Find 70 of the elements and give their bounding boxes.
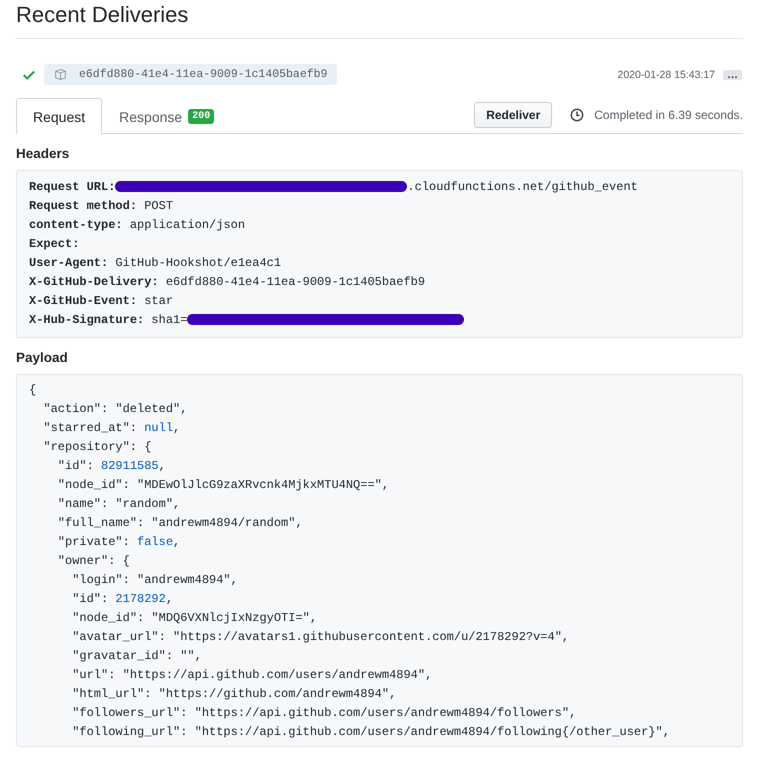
json-key: "owner":: [58, 554, 123, 568]
header-name: Expect:: [29, 237, 80, 251]
header-value: .cloudfunctions.net/github_event: [407, 180, 638, 194]
header-name: Request URL:: [29, 180, 116, 194]
json-string: "MDQ6VXNlcjIxNzgyOTI=",: [151, 611, 318, 625]
json-literal: null: [144, 421, 174, 435]
json-key: "following_url":: [72, 725, 195, 739]
json-key: "url":: [72, 668, 123, 682]
json-brace: {: [144, 440, 152, 454]
header-value: application/json: [128, 218, 246, 232]
box-icon: [54, 68, 67, 81]
json-string: "random",: [115, 497, 180, 511]
json-string: "MDEwOlJlcG9zaXRvcnk4MjkxMTU4NQ==",: [137, 478, 390, 492]
more-button[interactable]: …: [723, 70, 742, 80]
tab[interactable]: Response 200: [102, 98, 232, 134]
header-value: star: [143, 294, 174, 308]
json-comma: ,: [173, 535, 180, 549]
section-heading: Headers: [16, 146, 70, 161]
json-string: "andrewm4894/random",: [151, 516, 303, 530]
json-key: "action":: [43, 402, 116, 416]
json-key: "name":: [58, 497, 116, 511]
json-string: "https://github.com/andrewm4894",: [158, 687, 396, 701]
json-string: "https://avatars1.githubusercontent.com/u/2178292?v=4",: [173, 630, 570, 644]
json-comma: ,: [173, 421, 180, 435]
tab[interactable]: Request: [16, 98, 102, 134]
json-key: "private":: [58, 535, 138, 549]
header-value: POST: [143, 199, 174, 213]
json-key: "starred_at":: [43, 421, 144, 435]
json-key: "node_id":: [58, 478, 138, 492]
redeliver-button[interactable]: Redeliver: [474, 102, 552, 128]
header-value: GitHub-Hookshot/e1ea4c1: [114, 256, 282, 270]
header-name: X-GitHub-Event:: [29, 294, 138, 308]
json-string: "https://api.github.com/users/andrewm4894/followers",: [194, 706, 576, 720]
status-code-badge: 200: [188, 109, 214, 124]
json-key: "id":: [58, 459, 102, 473]
json-string: "",: [180, 649, 202, 663]
json-string: "https://api.github.com/users/andrewm4894",: [122, 668, 432, 682]
json-brace: {: [122, 554, 130, 568]
json-brace: {: [29, 383, 36, 397]
json-key: "login":: [72, 573, 138, 587]
json-key: "id":: [72, 592, 116, 606]
json-key: "avatar_url":: [72, 630, 174, 644]
header-name: content-type:: [29, 218, 123, 232]
header-name: X-GitHub-Delivery:: [29, 275, 159, 289]
completion-time: Completed in 6.39 seconds.: [594, 108, 743, 122]
json-literal: 82911585: [101, 459, 159, 473]
guid-text: e6dfd880-41e4-11ea-9009-1c1405baefb9: [79, 68, 328, 81]
json-string: "deleted",: [115, 402, 188, 416]
clock-icon: [570, 108, 584, 122]
header-name: Request method:: [29, 199, 138, 213]
json-literal: false: [137, 535, 174, 549]
json-key: "full_name":: [58, 516, 152, 530]
delivery-timestamp: 2020-01-28 15:43:17: [618, 68, 715, 80]
header-name: User-Agent:: [29, 256, 108, 270]
json-string: "andrewm4894",: [137, 573, 238, 587]
json-comma: ,: [166, 592, 174, 606]
delivery-guid[interactable]: e6dfd880-41e4-11ea-9009-1c1405baefb9: [44, 64, 338, 85]
json-key: "node_id":: [72, 611, 152, 625]
json-string: "https://api.github.com/users/andrewm4894/following{/other_user}",: [194, 725, 670, 739]
json-literal: 2178292: [115, 592, 166, 606]
page-title: Recent Deliveries: [16, 2, 190, 28]
section-heading: Payload: [16, 350, 69, 365]
json-key: "repository":: [43, 440, 144, 454]
json-comma: ,: [158, 459, 166, 473]
json-key: "gravatar_id":: [72, 649, 180, 663]
json-key: "followers_url":: [72, 706, 195, 720]
header-name: X-Hub-Signature:: [29, 313, 144, 327]
header-value: sha1=: [150, 313, 188, 327]
json-key: "html_url":: [72, 687, 159, 701]
header-value: e6dfd880-41e4-11ea-9009-1c1405baefb9: [164, 275, 426, 289]
